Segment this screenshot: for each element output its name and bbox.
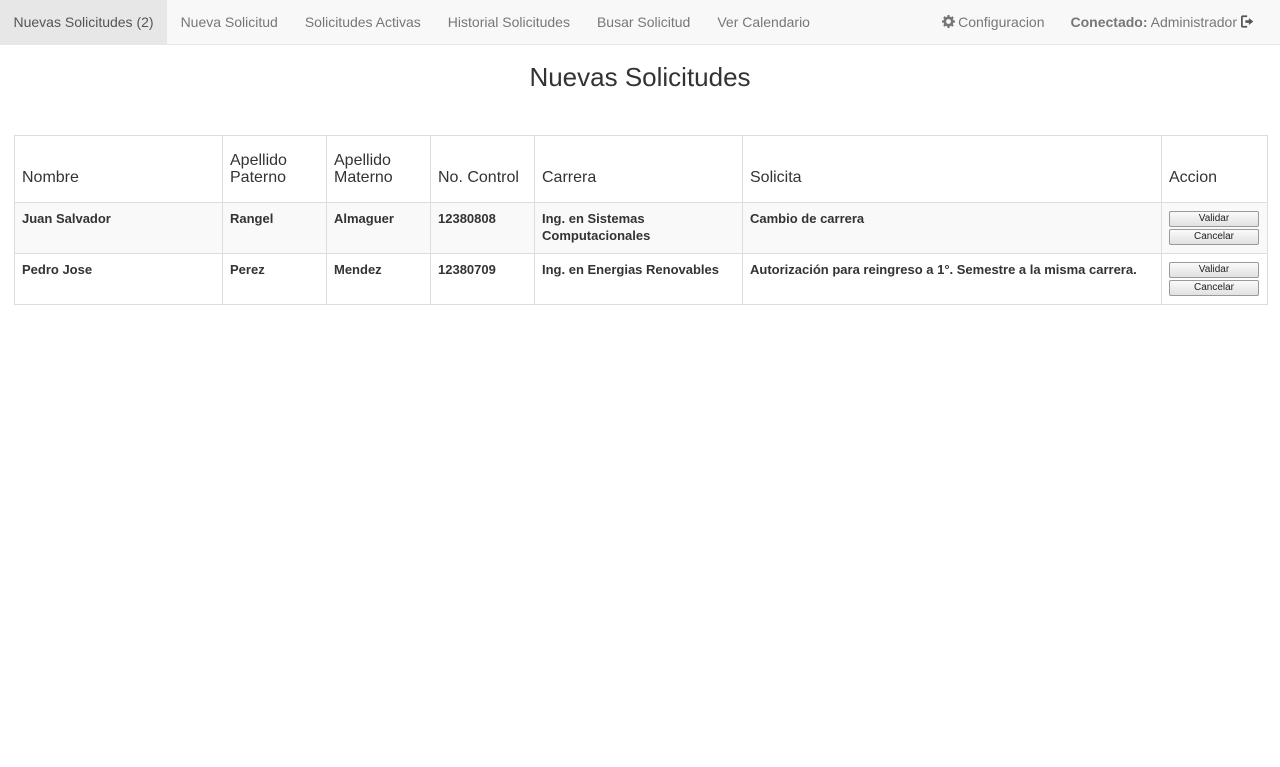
cell-carrera: Ing. en Sistemas Computacionales [534, 202, 743, 254]
nav-user-area: Configuracion Conectado: Administrador [929, 0, 1268, 45]
config-label: Configuracion [958, 14, 1045, 30]
cell-apellido-paterno: Perez [222, 253, 327, 305]
table-header-row: Nombre Apellido Paterno Apellido Materno N… [14, 135, 1268, 203]
nav-menu: Nuevas Solicitudes (2) Nueva Solicitud S… [0, 0, 823, 45]
cell-solicita: Autorización para reingreso a 1°. Semest… [742, 253, 1162, 305]
cancelar-button[interactable]: Cancelar [1169, 280, 1259, 296]
nav-item-nueva-solicitud[interactable]: Nueva Solicitud [167, 0, 291, 45]
cell-solicita: Cambio de carrera [742, 202, 1162, 254]
page-title: Nuevas Solicitudes [529, 62, 751, 92]
cell-accion: Validar Cancelar [1161, 202, 1268, 254]
cell-accion: Validar Cancelar [1161, 253, 1268, 305]
cell-apellido-materno: Almaguer [326, 202, 431, 254]
cell-no-control: 12380709 [430, 253, 535, 305]
validar-button[interactable]: Validar [1169, 262, 1259, 278]
top-navbar: Nuevas Solicitudes (2) Nueva Solicitud S… [0, 0, 1280, 45]
logout-link[interactable]: Conectado: Administrador [1058, 0, 1269, 45]
cell-nombre: Juan Salvador [14, 202, 223, 254]
nav-item-nuevas-solicitudes[interactable]: Nuevas Solicitudes (2) [0, 0, 168, 45]
nav-item-buscar-solicitud[interactable]: Busar Solicitud [583, 0, 703, 45]
table-row: Pedro Jose Perez Mendez 12380709 Ing. en… [14, 253, 1268, 305]
header-apellido-paterno-line1: Apellido [230, 152, 287, 169]
cell-carrera: Ing. en Energias Renovables [534, 253, 743, 305]
header-apellido-paterno-line2: Paterno [230, 169, 287, 186]
config-link[interactable]: Configuracion [929, 0, 1057, 45]
gear-icon [942, 15, 956, 29]
header-accion: Accion [1161, 135, 1268, 203]
header-apellido-materno-line1: Apellido [334, 152, 391, 169]
cell-nombre: Pedro Jose [14, 253, 223, 305]
cancelar-button[interactable]: Cancelar [1169, 229, 1259, 245]
header-nombre: Nombre [14, 135, 223, 203]
header-no-control: No. Control [430, 135, 535, 203]
nav-item-solicitudes-activas[interactable]: Solicitudes Activas [291, 0, 434, 45]
nav-item-ver-calendario[interactable]: Ver Calendario [704, 0, 824, 45]
user-name: Administrador [1150, 14, 1237, 30]
header-apellido-materno-line2: Materno [334, 169, 393, 186]
nav-item-historial-solicitudes[interactable]: Historial Solicitudes [434, 0, 583, 45]
header-carrera: Carrera [534, 135, 743, 203]
cell-apellido-materno: Mendez [326, 253, 431, 305]
table-row: Juan Salvador Rangel Almaguer 12380808 I… [14, 202, 1268, 254]
cell-apellido-paterno: Rangel [222, 202, 327, 254]
requests-table: Nombre Apellido Paterno Apellido Materno N… [14, 135, 1268, 305]
sign-out-icon [1241, 15, 1254, 28]
cell-no-control: 12380808 [430, 202, 535, 254]
connected-label: Conectado: [1070, 14, 1148, 30]
validar-button[interactable]: Validar [1169, 211, 1259, 227]
header-apellido-materno: Apellido Materno [326, 135, 431, 203]
header-apellido-paterno: Apellido Paterno [222, 135, 327, 203]
header-solicita: Solicita [742, 135, 1162, 203]
